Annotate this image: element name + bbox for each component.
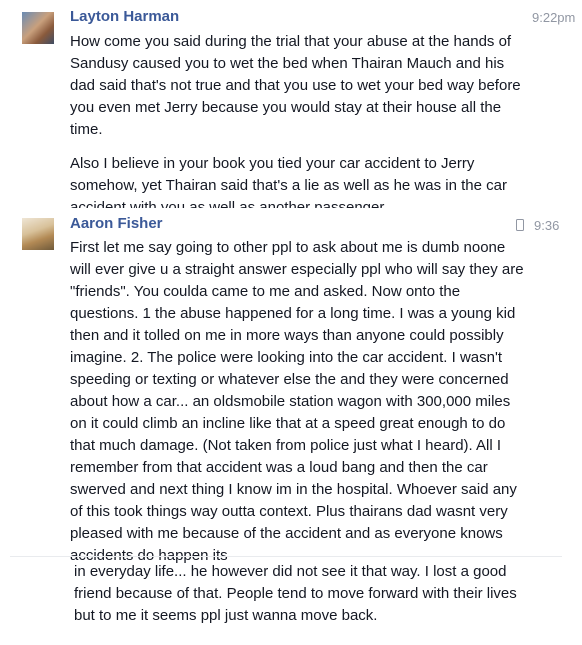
message-body: How come you said during the trial that …	[70, 31, 528, 208]
divider	[10, 556, 562, 557]
message-paragraph: in everyday life... he however did not s…	[74, 563, 517, 624]
message-paragraph: How come you said during the trial that …	[70, 33, 521, 138]
mobile-phone-icon	[516, 219, 524, 231]
message-body: First let me say going to other ppl to a…	[70, 237, 528, 567]
sender-name[interactable]: Layton Harman	[70, 8, 179, 25]
message-layton-harman: Layton Harman 9:22pm How come you said d…	[0, 0, 582, 210]
message-paragraph: First let me say going to other ppl to a…	[70, 239, 524, 564]
message-paragraph: Also I believe in your book you tied you…	[70, 155, 507, 208]
sender-name[interactable]: Aaron Fisher	[70, 215, 163, 232]
timestamp: 9:36	[534, 218, 560, 233]
avatar[interactable]	[22, 12, 54, 44]
timestamp: 9:22pm	[532, 10, 576, 25]
avatar[interactable]	[22, 218, 54, 250]
